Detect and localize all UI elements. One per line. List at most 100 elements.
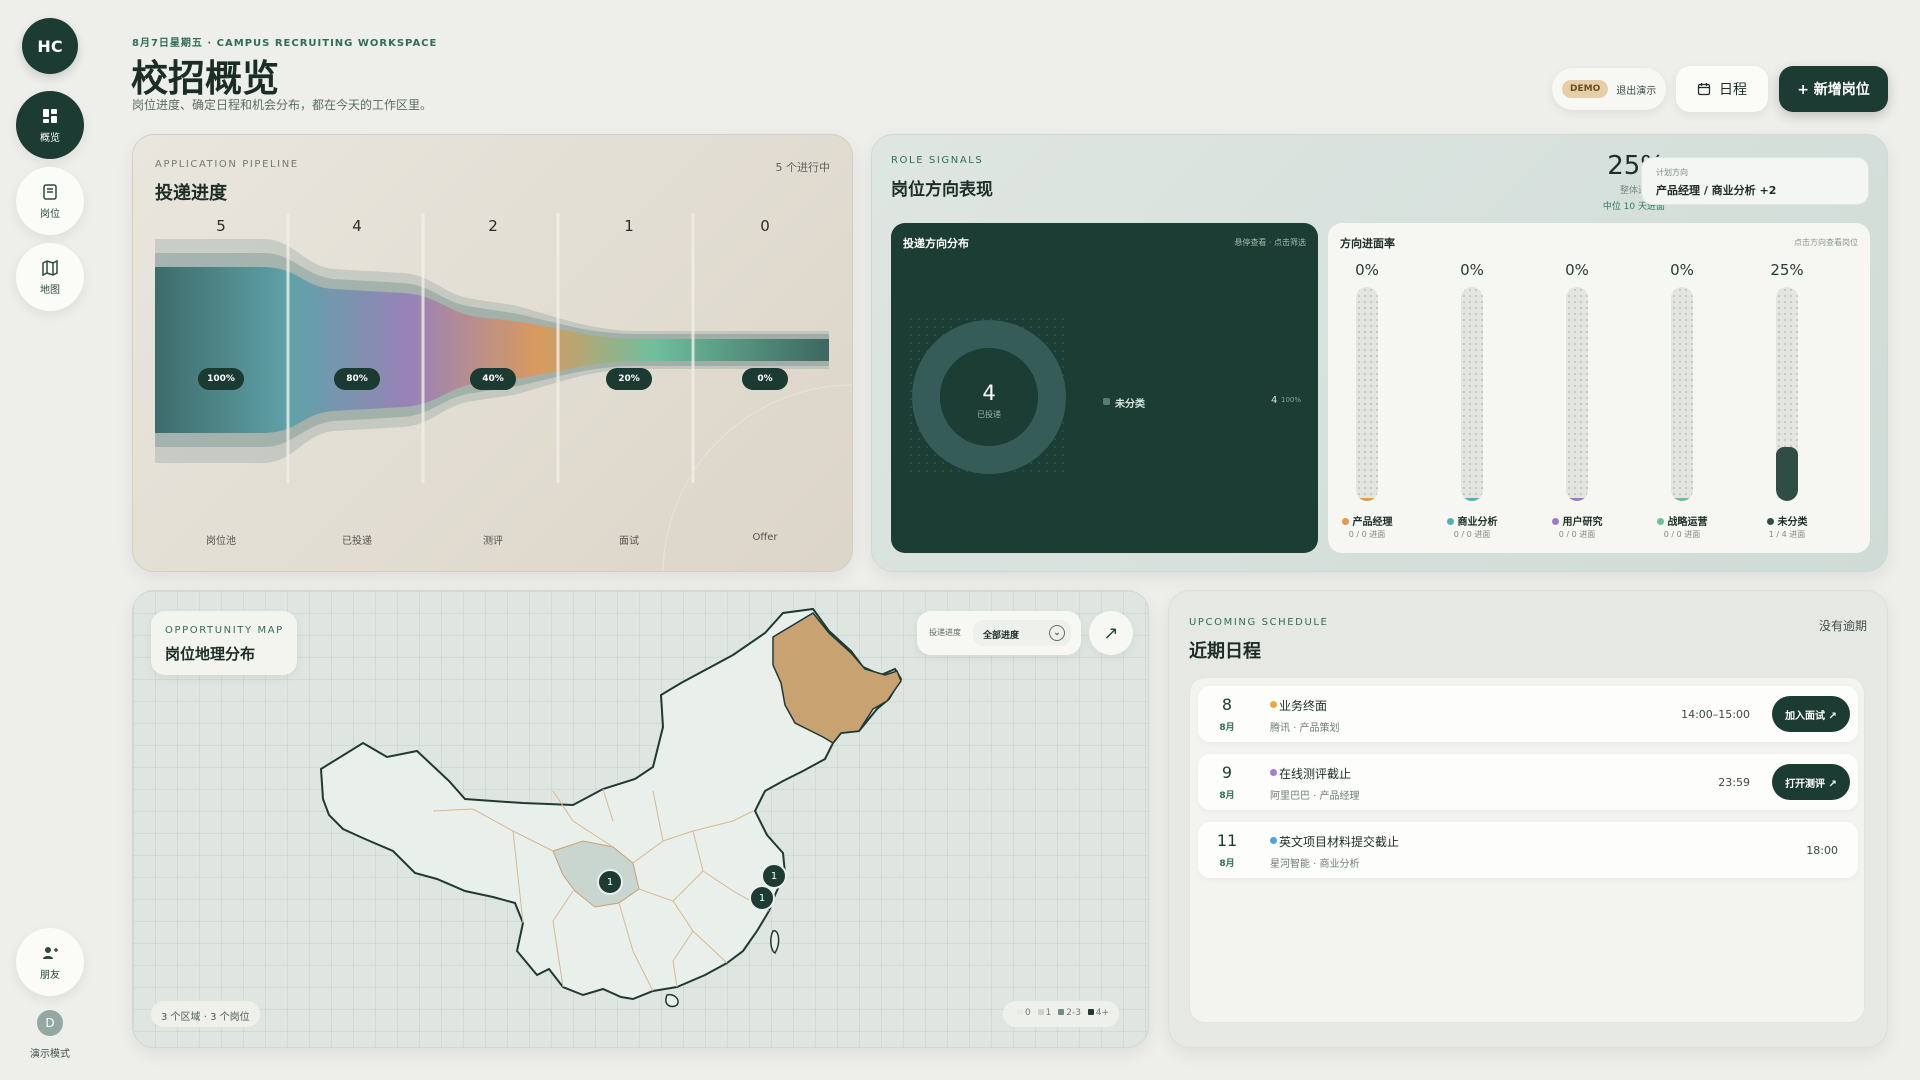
expand-map-button[interactable]: ↗ [1089,611,1133,655]
event-company: 阿里巴巴 · 产品经理 [1270,791,1360,802]
distribution-title: 投递方向分布 [903,237,969,250]
progress-select[interactable]: 全部进度 ⌄ [973,620,1071,646]
roles-title: 岗位方向表现 [891,180,993,200]
rate-direction-name[interactable]: 产品经理 [1322,513,1412,528]
arrow-up-right-icon: ↗ [1103,622,1119,644]
direction-label: 战略运营 [1667,517,1708,528]
exit-demo-label: 退出演示 [1616,85,1657,97]
schedule-event[interactable]: 11 8月 英文项目材料提交截止 星河智能 · 商业分析 18:00 [1198,822,1858,878]
legend-swatch [1087,1009,1094,1015]
opportunity-map-card: 1 1 1 OPPORTUNITY MAP 岗位地理分布 投递进度 全部进度 ⌄… [132,590,1149,1048]
calendar-icon [1697,83,1711,96]
direction-label: 产品经理 [1352,517,1393,528]
rate-bar-fill [1671,498,1693,501]
distribution-legend-row[interactable]: 未分类 4 100% [1103,395,1303,410]
event-day: 11 [1216,831,1238,850]
pipeline-funnel [155,213,852,571]
legend-name: 未分类 [1115,399,1145,410]
direction-dot [1446,518,1454,525]
rate-direction-name[interactable]: 用户研究 [1532,513,1622,528]
map-icon [42,259,58,276]
stage-percent: 0% [742,368,788,390]
schedule-event[interactable]: 9 8月 在线测评截止 阿里巴巴 · 产品经理 23:59 打开测评 ↗ [1198,754,1858,810]
plan-direction-value: 产品经理 / 商业分析 +2 [1656,184,1777,197]
plan-direction-box[interactable]: 计划方向 产品经理 / 商业分析 +2 [1641,157,1869,205]
event-month: 8月 [1219,859,1235,869]
app-logo[interactable]: HC [22,18,78,74]
direction-dot [1341,518,1349,525]
direction-dot [1656,518,1664,525]
stage-label[interactable]: 面试 [589,532,669,547]
event-title: 英文项目材料提交截止 [1279,835,1400,849]
schedule-kicker: UPCOMING SCHEDULE [1189,617,1329,628]
stage-count: 1 [624,217,634,235]
rate-direction-count: 0 / 0 进面 [1348,530,1386,539]
plan-direction-label: 计划方向 [1656,168,1688,177]
legend-bucket: 2-3 [1066,1008,1081,1018]
rate-direction-count: 0 / 0 进面 [1558,530,1596,539]
event-time: 23:59 [1718,776,1750,789]
stage-percent: 80% [334,368,380,390]
event-day: 8 [1221,695,1233,714]
legend-bucket: 1 [1045,1008,1052,1018]
direction-rate-panel: 方向进面率 点击方向查看岗位 0% 产品经理 0 / 0 进面 0% 商业分析 0 / 0… [1328,223,1870,553]
rate-bar[interactable] [1776,287,1798,501]
demo-mode-label: 演示模式 [30,1049,70,1060]
add-job-button[interactable]: + 新增岗位 [1779,66,1888,112]
page-title: 校招概览 [131,57,279,100]
date-eyebrow: 8月7日星期五 · CAMPUS RECRUITING WORKSPACE [132,38,438,49]
event-month: 8月 [1219,723,1235,733]
schedule-event[interactable]: 8 8月 业务终面 腾讯 · 产品策划 14:00–15:00 加入面试 ↗ [1198,686,1858,742]
nav-map-label: 地图 [40,284,60,296]
event-title: 在线测评截止 [1279,767,1352,781]
stage-percent: 40% [470,368,516,390]
user-avatar[interactable]: D [37,1010,63,1036]
open-assessment-button[interactable]: 打开测评 ↗ [1772,764,1850,800]
schedule-title: 近期日程 [1189,641,1261,662]
map-marker[interactable]: 1 [597,869,623,895]
legend-swatch [1017,1009,1023,1015]
rate-bar[interactable] [1671,287,1693,501]
event-dot [1270,837,1277,844]
overdue-status: 没有逾期 [1818,619,1867,633]
legend-swatch [1037,1009,1044,1015]
filter-label: 投递进度 [929,628,961,637]
map-summary: 3 个区域 · 3 个岗位 [151,1001,260,1027]
legend-count: 4 [1271,395,1278,406]
nav-friends[interactable]: 朋友 [16,928,84,996]
rate-bar[interactable] [1356,287,1378,501]
rate-bar[interactable] [1566,287,1588,501]
rate-direction-name[interactable]: 商业分析 [1427,513,1517,528]
rate-direction-name[interactable]: 未分类 [1742,513,1832,528]
stage-label[interactable]: 测评 [453,532,533,547]
schedule-button[interactable]: 日程 [1676,66,1768,112]
exit-demo-button[interactable]: DEMO 退出演示 [1552,68,1666,110]
rate-bar-fill [1776,447,1798,501]
rate-hint: 点击方向查看岗位 [1794,238,1858,247]
direction-label: 未分类 [1777,517,1808,528]
join-interview-button[interactable]: 加入面试 ↗ [1772,696,1850,732]
rate-direction-name[interactable]: 战略运营 [1637,513,1727,528]
nav-jobs[interactable]: 岗位 [16,167,84,235]
event-day: 9 [1221,763,1233,782]
map-legend: 0 1 2-3 4+ [1003,1001,1120,1027]
direction-dot [1766,518,1774,525]
nav-overview-label: 概览 [40,132,60,144]
rate-direction-count: 1 / 4 进面 [1768,530,1806,539]
nav-map[interactable]: 地图 [16,243,84,311]
map-marker[interactable]: 1 [749,885,775,911]
document-icon [43,183,57,200]
legend-bucket: 0 [1025,1008,1031,1018]
stage-label[interactable]: 岗位池 [181,532,261,547]
rate-bar[interactable] [1461,287,1483,501]
stage-label[interactable]: 已投递 [317,532,397,547]
event-month: 8月 [1219,791,1235,801]
rate-percent: 0% [1565,261,1589,279]
event-title: 业务终面 [1279,699,1328,713]
map-filter: 投递进度 全部进度 ⌄ [917,611,1081,655]
event-dot [1270,769,1277,776]
stage-count: 2 [488,217,498,235]
rate-bar-fill [1356,498,1378,501]
stage-label[interactable]: Offer [725,532,805,543]
nav-overview[interactable]: 概览 [16,91,84,159]
